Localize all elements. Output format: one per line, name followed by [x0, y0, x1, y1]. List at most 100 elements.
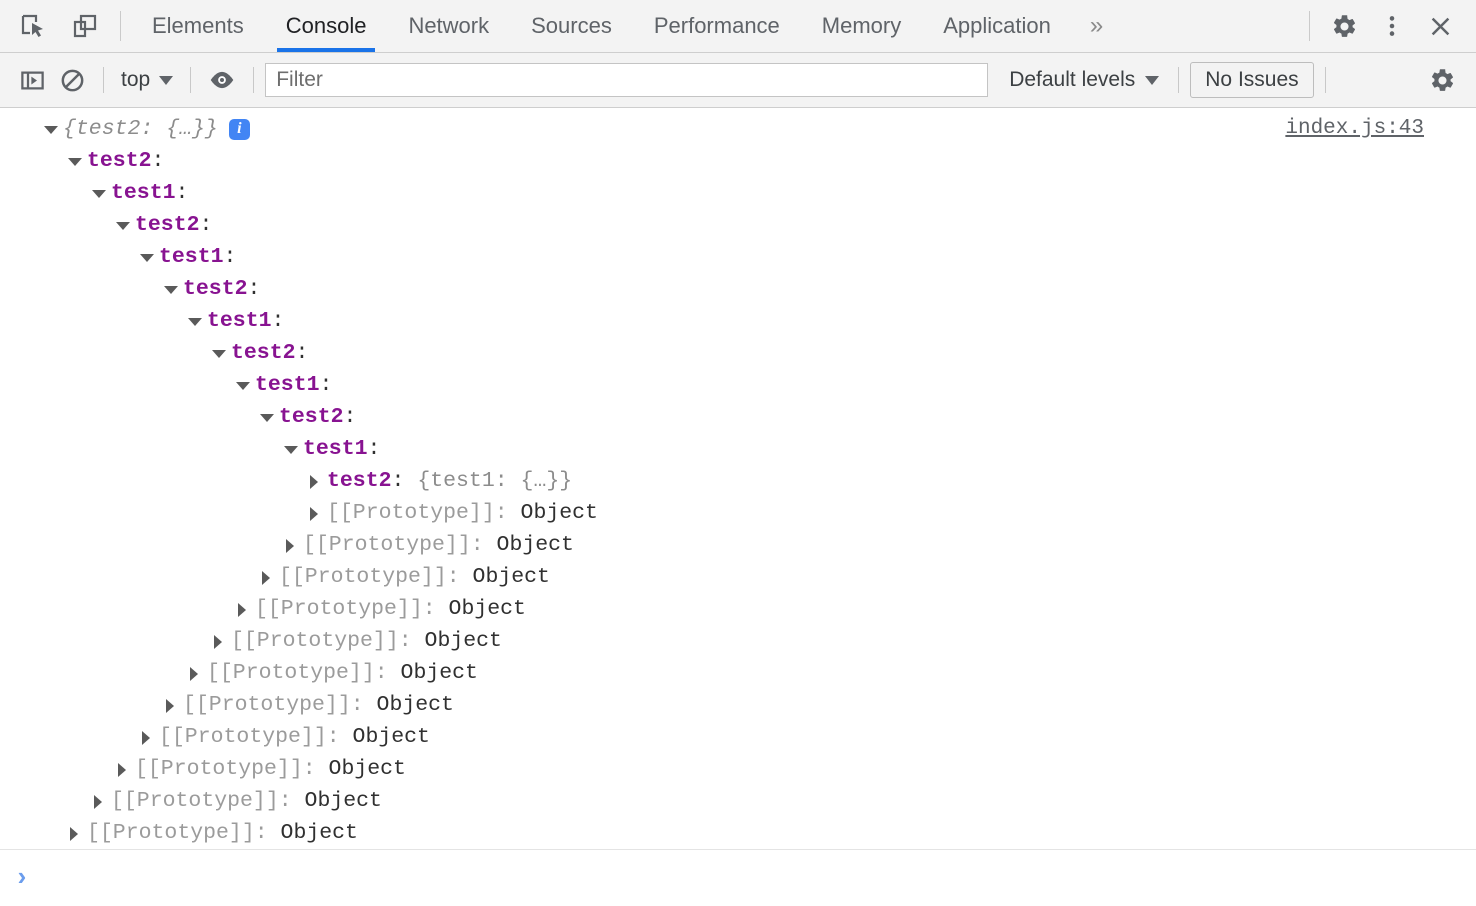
- disclosure-triangle-expanded-icon[interactable]: [236, 379, 250, 392]
- info-badge-icon[interactable]: i: [228, 118, 250, 140]
- property-key: test2: [135, 213, 200, 237]
- object-tree-row[interactable]: [[Prototype]]: Object: [0, 593, 1476, 625]
- disclosure-triangle-collapsed-icon[interactable]: [188, 666, 201, 681]
- object-tree-row[interactable]: test2:: [0, 209, 1476, 241]
- tab-memory[interactable]: Memory: [801, 0, 922, 52]
- object-tree-row[interactable]: test1:: [0, 305, 1476, 337]
- prototype-punctuation: :: [302, 757, 329, 781]
- disclosure-triangle-collapsed-icon[interactable]: [260, 570, 273, 585]
- tab-console-label: Console: [285, 13, 367, 38]
- disclosure-triangle-collapsed-icon[interactable]: [92, 794, 105, 809]
- clear-console-icon[interactable]: [52, 60, 92, 100]
- tab-sources[interactable]: Sources: [510, 0, 633, 52]
- prototype-punctuation: :: [494, 501, 521, 525]
- console-filter-input[interactable]: [265, 63, 989, 97]
- prototype-label: [[Prototype]]: [111, 789, 279, 813]
- property-punctuation: :: [175, 181, 189, 205]
- object-tree-row[interactable]: [[Prototype]]: Object: [0, 497, 1476, 529]
- prototype-punctuation: :: [446, 565, 473, 589]
- prototype-value: Object: [352, 725, 430, 749]
- disclosure-triangle-expanded-icon[interactable]: [212, 347, 226, 360]
- disclosure-triangle-collapsed-icon[interactable]: [140, 730, 153, 745]
- object-tree-row[interactable]: test1:: [0, 177, 1476, 209]
- property-key: test1: [159, 245, 224, 269]
- prototype-value: Object: [496, 533, 574, 557]
- object-tree-row[interactable]: test2:: [0, 145, 1476, 177]
- disclosure-triangle-collapsed-icon[interactable]: [116, 762, 129, 777]
- live-expression-eye-icon[interactable]: [202, 60, 242, 100]
- disclosure-triangle-collapsed-icon[interactable]: [68, 826, 81, 841]
- close-icon[interactable]: [1418, 4, 1462, 48]
- object-tree-row[interactable]: test1:: [0, 433, 1476, 465]
- property-key: test2: [87, 149, 152, 173]
- disclosure-triangle-collapsed-icon[interactable]: [284, 538, 297, 553]
- log-levels-select[interactable]: Default levels: [1001, 68, 1167, 92]
- disclosure-triangle-collapsed-icon[interactable]: [236, 602, 249, 617]
- object-tree-row[interactable]: test1:: [0, 241, 1476, 273]
- disclosure-triangle-collapsed-icon[interactable]: [212, 634, 225, 649]
- tab-performance[interactable]: Performance: [633, 0, 801, 52]
- disclosure-triangle-expanded-icon[interactable]: [116, 219, 130, 232]
- disclosure-triangle-expanded-icon[interactable]: [188, 315, 202, 328]
- device-toolbar-icon[interactable]: [66, 7, 104, 45]
- console-sidebar-toggle-icon[interactable]: [12, 60, 52, 100]
- more-options-icon[interactable]: [1370, 4, 1414, 48]
- object-tree-row[interactable]: [[Prototype]]: Object: [0, 529, 1476, 561]
- disclosure-triangle-expanded-icon[interactable]: [284, 443, 298, 456]
- property-punctuation: :: [343, 405, 357, 429]
- inspect-element-icon[interactable]: [14, 7, 52, 45]
- disclosure-triangle-expanded-icon[interactable]: [44, 123, 58, 136]
- object-tree-row[interactable]: [[Prototype]]: Object: [0, 689, 1476, 721]
- console-prompt[interactable]: ›: [0, 849, 1476, 906]
- object-tree-row[interactable]: {test2: {…}} i: [0, 113, 1476, 145]
- execution-context-select[interactable]: top: [115, 68, 179, 92]
- property-key: test1: [303, 437, 368, 461]
- object-tree-row[interactable]: test2:: [0, 273, 1476, 305]
- tab-console[interactable]: Console: [265, 0, 388, 52]
- property-punctuation: :: [247, 277, 261, 301]
- object-tree-row[interactable]: test2:: [0, 337, 1476, 369]
- property-key: test2: [279, 405, 344, 429]
- tab-application[interactable]: Application: [922, 0, 1072, 52]
- disclosure-triangle-expanded-icon[interactable]: [140, 251, 154, 264]
- object-tree-row[interactable]: test2:: [0, 401, 1476, 433]
- object-tree-row[interactable]: [[Prototype]]: Object: [0, 721, 1476, 753]
- console-output[interactable]: index.js:43 {test2: {…}} i test2: test1: tes…: [0, 108, 1476, 849]
- property-punctuation: :: [319, 373, 333, 397]
- object-tree-row[interactable]: [[Prototype]]: Object: [0, 625, 1476, 657]
- tab-network[interactable]: Network: [387, 0, 510, 52]
- disclosure-triangle-expanded-icon[interactable]: [68, 155, 82, 168]
- object-tree-row[interactable]: test2: {test1: {…}}: [0, 465, 1476, 497]
- object-tree-row[interactable]: test1:: [0, 369, 1476, 401]
- disclosure-triangle-collapsed-icon[interactable]: [164, 698, 177, 713]
- settings-gear-icon[interactable]: [1322, 4, 1366, 48]
- object-tree-row[interactable]: [[Prototype]]: Object: [0, 817, 1476, 849]
- tab-sources-label: Sources: [531, 13, 612, 38]
- tab-memory-label: Memory: [821, 13, 902, 38]
- disclosure-triangle-collapsed-icon[interactable]: [308, 506, 321, 521]
- tab-elements[interactable]: Elements: [131, 0, 265, 52]
- prototype-punctuation: :: [350, 693, 377, 717]
- devtools-tabs: Elements Console Network Sources Perform…: [131, 0, 1121, 52]
- tabbar-divider: [120, 11, 121, 41]
- disclosure-triangle-collapsed-icon[interactable]: [308, 474, 321, 489]
- object-tree-row[interactable]: [[Prototype]]: Object: [0, 657, 1476, 689]
- issues-status-button[interactable]: No Issues: [1190, 62, 1314, 98]
- more-tabs-chevron-icon[interactable]: »: [1072, 0, 1121, 52]
- console-prompt-input[interactable]: [40, 850, 1476, 906]
- prompt-chevron-icon: ›: [14, 863, 30, 893]
- disclosure-triangle-expanded-icon[interactable]: [260, 411, 274, 424]
- console-settings-gear-icon[interactable]: [1420, 58, 1464, 102]
- devtools-tabbar: Elements Console Network Sources Perform…: [0, 0, 1476, 53]
- object-tree-row[interactable]: [[Prototype]]: Object: [0, 753, 1476, 785]
- property-key: test1: [207, 309, 272, 333]
- disclosure-triangle-expanded-icon[interactable]: [92, 187, 106, 200]
- prototype-label: [[Prototype]]: [255, 597, 423, 621]
- filterbar-divider-3: [253, 67, 255, 93]
- prototype-label: [[Prototype]]: [159, 725, 327, 749]
- object-tree-row[interactable]: [[Prototype]]: Object: [0, 785, 1476, 817]
- disclosure-triangle-expanded-icon[interactable]: [164, 283, 178, 296]
- source-link[interactable]: index.js:43: [1285, 117, 1424, 140]
- object-tree-row[interactable]: [[Prototype]]: Object: [0, 561, 1476, 593]
- filterbar-divider-4: [1178, 67, 1180, 93]
